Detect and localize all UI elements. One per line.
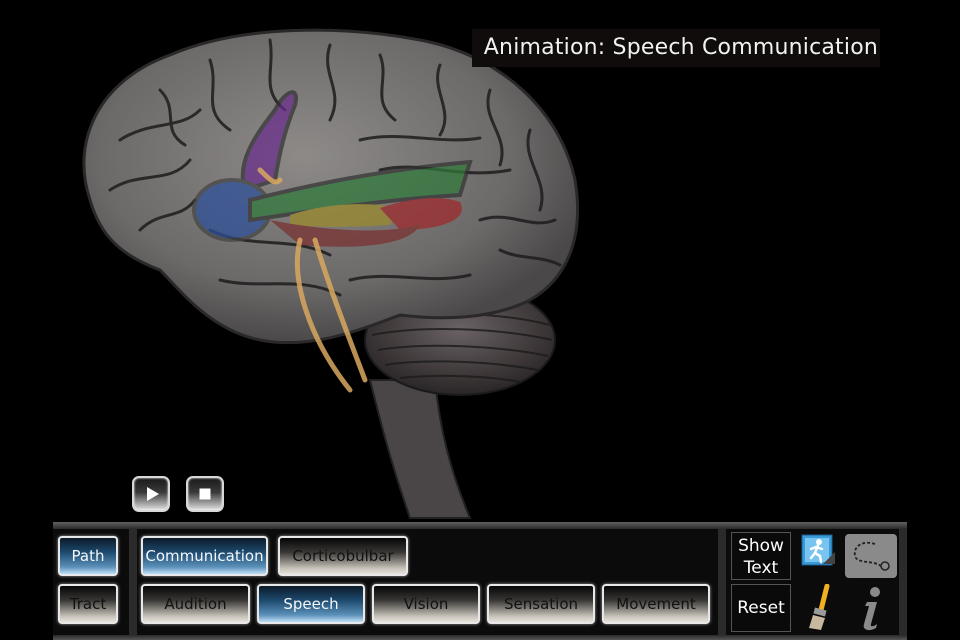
- tract-button[interactable]: Tract: [58, 584, 118, 624]
- corticobulbar-button[interactable]: Corticobulbar: [278, 536, 408, 576]
- info-button[interactable]: [853, 584, 889, 632]
- communication-button[interactable]: Communication: [141, 536, 268, 576]
- brain-illustration: [82, 28, 580, 519]
- stop-icon: [199, 488, 211, 500]
- stop-button[interactable]: [186, 476, 224, 512]
- show-text-label-line1: Show: [738, 536, 784, 556]
- running-figure-icon: [801, 534, 835, 566]
- paintbrush-icon: [809, 583, 830, 630]
- animation-title-box: Animation: Speech Communication: [472, 29, 880, 67]
- play-button[interactable]: [132, 476, 170, 512]
- path-button[interactable]: Path: [58, 536, 118, 576]
- panel-separator: [718, 529, 726, 635]
- brainstem: [368, 379, 472, 519]
- animation-title: Animation: Speech Communication: [483, 35, 878, 60]
- audition-button[interactable]: Audition: [141, 584, 250, 624]
- vision-button[interactable]: Vision: [372, 584, 480, 624]
- play-icon: [147, 487, 159, 501]
- reset-button[interactable]: Reset: [731, 584, 791, 632]
- paint-button[interactable]: [805, 583, 835, 632]
- show-text-label-line2: Text: [743, 558, 779, 578]
- show-text-button[interactable]: Show Text: [731, 532, 791, 580]
- info-icon: [863, 587, 880, 631]
- panel-separator: [129, 529, 137, 635]
- dashed-path-icon: [853, 541, 890, 571]
- animation-button[interactable]: [801, 534, 837, 570]
- movement-button[interactable]: Movement: [602, 584, 710, 624]
- speech-button[interactable]: Speech: [257, 584, 365, 624]
- sensation-button[interactable]: Sensation: [487, 584, 595, 624]
- control-panel: Path Tract Communication Corticobulbar A…: [53, 522, 907, 640]
- panel-top-border: [53, 522, 907, 529]
- path-draw-button[interactable]: [845, 534, 897, 578]
- panel-separator: [899, 529, 907, 635]
- panel-bottom-border: [53, 635, 907, 640]
